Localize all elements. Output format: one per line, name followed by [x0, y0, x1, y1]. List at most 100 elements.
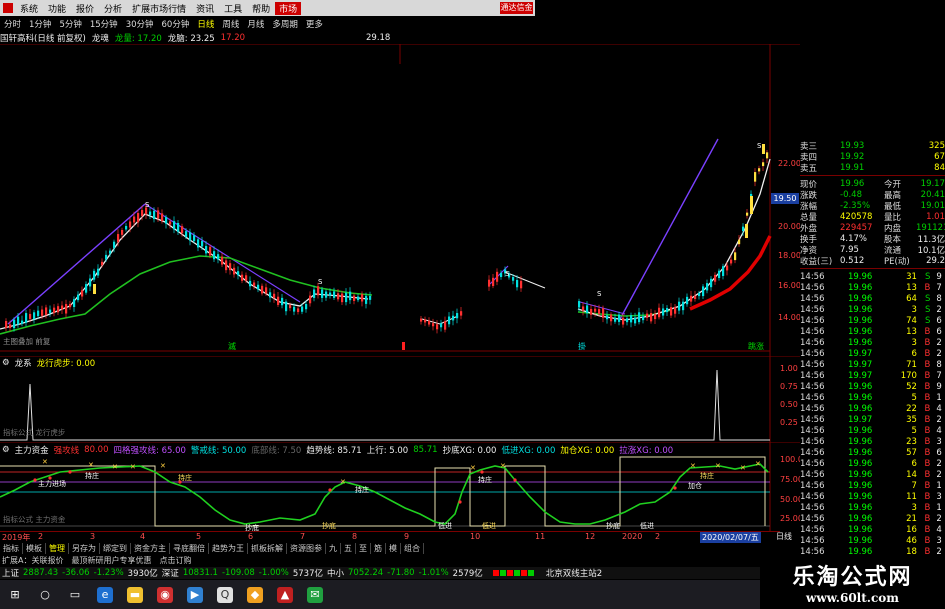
- toolbar-button[interactable]: 资源图参: [287, 542, 326, 554]
- period-tab[interactable]: 日线: [193, 18, 218, 30]
- tick-row[interactable]: 14:56 19.96 23 B 3: [800, 436, 945, 447]
- search-icon[interactable]: ○: [37, 587, 53, 603]
- menu-item-function[interactable]: 功能: [43, 2, 71, 15]
- menu-item-market[interactable]: 市场: [275, 1, 302, 15]
- tick-row[interactable]: 14:56 19.96 21 B 2: [800, 513, 945, 524]
- tick-row[interactable]: 14:56 19.97 35 B 2: [800, 414, 945, 425]
- tick-row[interactable]: 14:56 19.96 57 B 6: [800, 447, 945, 458]
- tick-time: 14:56: [800, 381, 825, 392]
- tick-row[interactable]: 14:56 19.96 13 B 6: [800, 326, 945, 337]
- bottom-tag-2: 掛: [578, 341, 586, 351]
- period-tab[interactable]: 1分钟: [25, 18, 55, 30]
- toolbar-button[interactable]: 筋: [371, 542, 386, 554]
- watermark-url: www.60lt.com: [806, 591, 899, 605]
- tick-row[interactable]: 14:56 19.96 6 B 2: [800, 458, 945, 469]
- tick-row[interactable]: 14:56 19.97 71 B 8: [800, 359, 945, 370]
- stock-title[interactable]: 国轩高科(日线 前复权): [0, 32, 86, 44]
- toolbar-button[interactable]: 模板: [23, 542, 46, 554]
- toolbar-button[interactable]: 另存为: [69, 542, 100, 554]
- toolbar-button[interactable]: 五: [341, 542, 356, 554]
- tick-row[interactable]: 14:56 19.96 22 B 4: [800, 403, 945, 414]
- tdx-app-icon[interactable]: ▲: [277, 586, 293, 603]
- long-brain-label: 龙脑: 23.25: [167, 33, 215, 44]
- edge-browser-icon[interactable]: e: [97, 586, 113, 603]
- sell-row[interactable]: 卖五 19.91 84: [800, 162, 945, 174]
- menu-item-quote[interactable]: 报价: [71, 2, 99, 15]
- app-icon-blue[interactable]: ▶: [187, 586, 203, 603]
- period-tab[interactable]: 15分钟: [86, 18, 122, 30]
- period-tab[interactable]: 5分钟: [55, 18, 85, 30]
- sell-row[interactable]: 卖四 19.92 67: [800, 151, 945, 163]
- sh-label[interactable]: 上证: [2, 567, 19, 579]
- toolbar-button[interactable]: 组合: [401, 542, 424, 554]
- tick-row[interactable]: 14:56 19.96 31 S 9: [800, 271, 945, 282]
- tick-row[interactable]: 14:56 19.96 74 S 6: [800, 315, 945, 326]
- broker-button[interactable]: 通达信金: [500, 2, 533, 14]
- period-tab[interactable]: 周线: [218, 18, 243, 30]
- tick-row[interactable]: 14:56 19.96 64 S 8: [800, 293, 945, 304]
- toolbar-button[interactable]: 指标: [0, 542, 23, 554]
- ad-item-1[interactable]: 扩展A：关联报价: [2, 555, 63, 566]
- toolbar-button[interactable]: 趋势为王: [209, 542, 248, 554]
- indicator-name[interactable]: 龙魂: [92, 32, 109, 44]
- toolbar-button[interactable]: 至: [356, 542, 371, 554]
- sub2-chart[interactable]: 主力进场持庄 持庄抄底持庄抄底 低进持庄低进 抄底 低进持庄加仓✕ ✕ ✕ ✕ ✕✕✕ ✕ ✕ ✕ ✕ ✕…: [0, 442, 800, 531]
- tick-row[interactable]: 14:56 19.96 46 B3: [800, 535, 945, 546]
- ad-item-2[interactable]: 最顶新研用户专享优惠: [71, 555, 151, 566]
- s-mark-5: S: [757, 142, 762, 150]
- tick-row[interactable]: 14:56 19.96 14 B 2: [800, 469, 945, 480]
- tick-row[interactable]: 14:56 19.96 5 B 1: [800, 392, 945, 403]
- zx-label[interactable]: 中小: [327, 567, 344, 579]
- tick-row[interactable]: 14:56 19.96 5 B 4: [800, 425, 945, 436]
- bottom-tag-1: 滅: [228, 341, 236, 351]
- period-tab[interactable]: 更多: [302, 18, 327, 30]
- tick-row[interactable]: 14:56 19.96 7 B 1: [800, 480, 945, 491]
- candle-body: [456, 313, 459, 319]
- app-icon-q[interactable]: Q: [217, 586, 233, 603]
- app-icon-orange[interactable]: ◆: [247, 586, 263, 603]
- toolbar-button[interactable]: 管理: [46, 542, 69, 554]
- main-price-chart[interactable]: S S S S S 滅 掛 跳涨 主图叠加 前复: [0, 44, 800, 356]
- tick-row[interactable]: 14:56 19.96 16 B 4: [800, 524, 945, 535]
- menu-item-extended-market[interactable]: 扩展市场行情: [127, 2, 191, 15]
- tick-count: 3: [936, 436, 942, 447]
- tick-row[interactable]: 14:56 19.96 11 B 3: [800, 491, 945, 502]
- server-site[interactable]: 北京双线主站2: [546, 567, 602, 579]
- toolbar-button[interactable]: 九: [326, 542, 341, 554]
- toolbar-button[interactable]: 模: [386, 542, 401, 554]
- wechat-icon[interactable]: ✉: [307, 586, 323, 603]
- file-explorer-icon[interactable]: ▬: [127, 586, 143, 603]
- menu-item-tools[interactable]: 工具: [219, 2, 247, 15]
- tick-row[interactable]: 14:56 19.96 3 B 1: [800, 502, 945, 513]
- sz-label[interactable]: 深证: [162, 567, 179, 579]
- period-tab[interactable]: 分时: [0, 18, 25, 30]
- menu-item-help[interactable]: 帮助: [247, 2, 275, 15]
- ad-item-3[interactable]: 点击订购: [159, 555, 191, 566]
- tick-volume: 74: [906, 315, 917, 326]
- period-tab[interactable]: 多周期: [268, 18, 302, 30]
- date-end-tag[interactable]: 日线: [776, 531, 792, 542]
- period-tab[interactable]: 月线: [243, 18, 268, 30]
- toolbar-button[interactable]: 绑定到: [100, 542, 131, 554]
- candle-body: [233, 267, 236, 275]
- toolbar-button[interactable]: 资金方主: [131, 542, 170, 554]
- tick-row[interactable]: 14:56 19.96 3 S 2: [800, 304, 945, 315]
- sub1-chart[interactable]: 指标公式 龙行虎步: [0, 356, 800, 442]
- tick-row[interactable]: 14:56 19.96 13 B 7: [800, 282, 945, 293]
- windows-start-icon[interactable]: ⊞: [7, 587, 23, 603]
- period-tab[interactable]: 30分钟: [122, 18, 158, 30]
- task-view-icon[interactable]: ▭: [67, 587, 83, 603]
- toolbar-button[interactable]: 抓板拆解: [248, 542, 287, 554]
- sell-row[interactable]: 卖三 19.93 325: [800, 140, 945, 152]
- tick-row[interactable]: 14:56 19.97 170 B 7: [800, 370, 945, 381]
- menu-item-news[interactable]: 资讯: [191, 2, 219, 15]
- tick-row[interactable]: 14:56 19.96 52 B 9: [800, 381, 945, 392]
- tick-row[interactable]: 14:56 19.97 6 B 2: [800, 348, 945, 359]
- menu-item-analysis[interactable]: 分析: [99, 2, 127, 15]
- tick-row[interactable]: 14:56 19.96 3 B 2: [800, 337, 945, 348]
- period-tab[interactable]: 60分钟: [158, 18, 194, 30]
- menu-item-system[interactable]: 系统: [15, 2, 43, 15]
- netease-music-icon[interactable]: ◉: [157, 586, 173, 603]
- toolbar-button[interactable]: 寻底翻倍: [170, 542, 209, 554]
- sub1-y-label-4: 0.25: [780, 418, 798, 427]
